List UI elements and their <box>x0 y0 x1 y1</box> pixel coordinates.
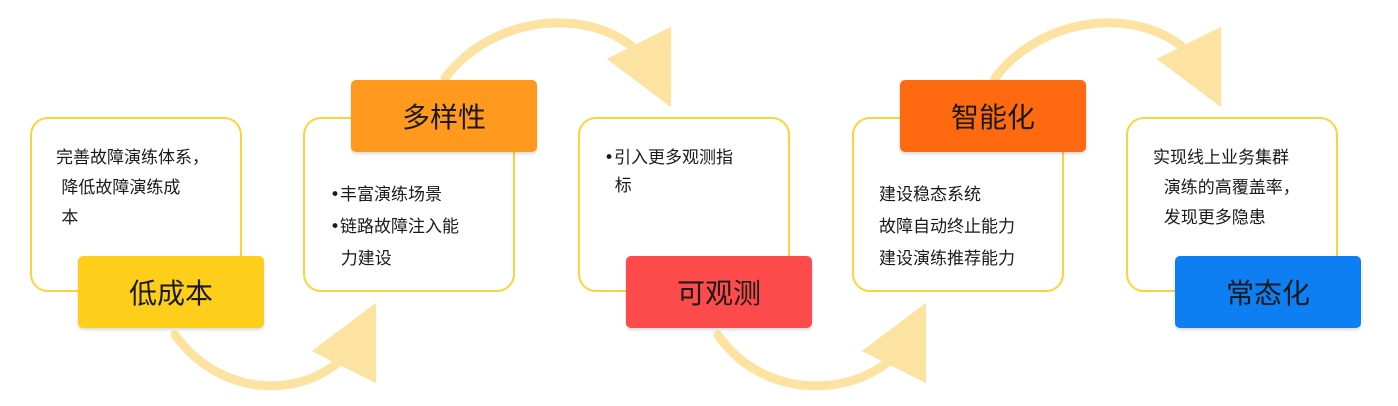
label-low-cost: 低成本 <box>78 256 264 328</box>
label-intelligent: 智能化 <box>900 80 1086 152</box>
label-normalized: 常态化 <box>1175 256 1361 328</box>
card-normalized-line-2: 演练的高覆盖率， <box>1153 178 1300 198</box>
card-low-cost-line-3: 本 <box>56 208 79 228</box>
arrow-low-cost-to-diversity <box>170 302 377 391</box>
card-normalized-line-1: 实现线上业务集群 <box>1153 148 1289 168</box>
arrow-diversity-to-observable <box>440 18 672 108</box>
card-low-cost-line-1: 完善故障演练体系， <box>56 148 209 168</box>
card-intelligent-line-2: 故障自动终止能力 <box>879 217 1015 237</box>
label-observable: 可观测 <box>626 256 812 328</box>
observable-bullet-2: 标 <box>604 176 632 196</box>
diversity-bullet-1: •丰富演练场景 <box>330 185 443 205</box>
arrow-intelligent-to-normalized <box>990 18 1222 108</box>
card-normalized-line-3: 发现更多隐患 <box>1153 208 1266 228</box>
arrow-observable-to-intelligent <box>713 302 927 391</box>
diversity-bullet-2: •链路故障注入能 <box>330 217 460 237</box>
label-diversity: 多样性 <box>351 80 537 152</box>
card-intelligent-line-1: 建设稳态系统 <box>879 185 981 205</box>
diversity-bullet-3: 力建设 <box>330 249 392 269</box>
card-intelligent-line-3: 建设演练推荐能力 <box>879 249 1015 269</box>
card-low-cost-line-2: 降低故障演练成 <box>56 178 181 198</box>
